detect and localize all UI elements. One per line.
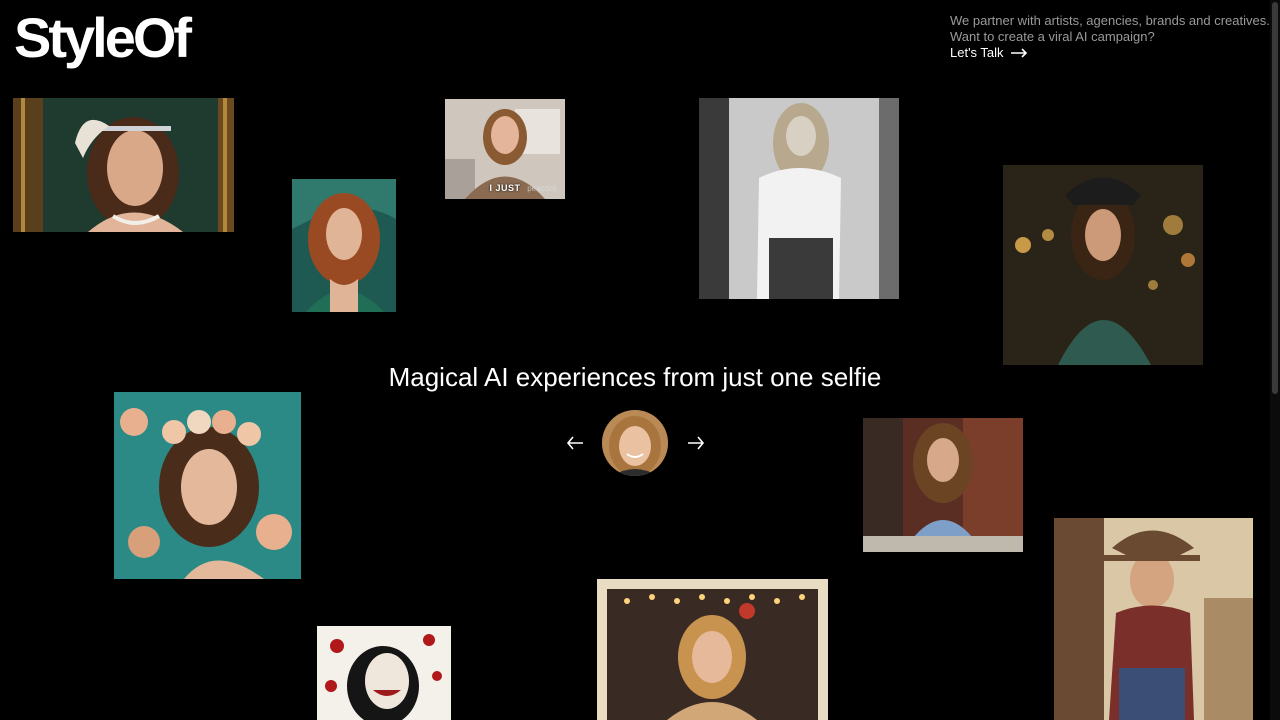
lets-talk-label: Let's Talk <box>950 45 1004 60</box>
arrow-right-icon <box>688 436 705 450</box>
gallery-gif-woman-i-just: I JUST peacock <box>445 99 565 199</box>
arrow-left-icon <box>566 436 583 450</box>
gallery-photo-studio-bw <box>699 98 899 299</box>
lets-talk-link[interactable]: Let's Talk <box>950 45 1028 61</box>
arrow-right-icon <box>1010 48 1028 58</box>
gallery-photo-cowgirl <box>1054 518 1253 720</box>
gallery-photo-laughing-sketch <box>317 626 451 720</box>
gallery-photo-redhead-painting <box>292 179 396 312</box>
hero-headline: Magical AI experiences from just one sel… <box>388 362 882 392</box>
gallery-photo-flower-crown <box>114 392 301 579</box>
styleof-logo[interactable]: StyleOf <box>14 6 192 70</box>
gif-watermark: peacock <box>527 184 557 193</box>
next-style-button[interactable] <box>686 433 706 453</box>
gallery-photo-diner <box>863 418 1023 552</box>
gallery-photo-western-hat-night <box>1003 165 1203 365</box>
page-scrollbar[interactable] <box>1270 0 1280 720</box>
partner-pitch: We partner with artists, agencies, brand… <box>950 13 1270 45</box>
gallery-photo-flapper <box>13 98 234 232</box>
gallery-photo-festival-polaroid <box>597 579 828 720</box>
pitch-line-1: We partner with artists, agencies, brand… <box>950 13 1270 28</box>
selfie-avatar <box>602 410 668 476</box>
previous-style-button[interactable] <box>565 433 585 453</box>
pitch-line-2: Want to create a viral AI campaign? <box>950 29 1155 44</box>
scrollbar-thumb[interactable] <box>1272 2 1278 394</box>
